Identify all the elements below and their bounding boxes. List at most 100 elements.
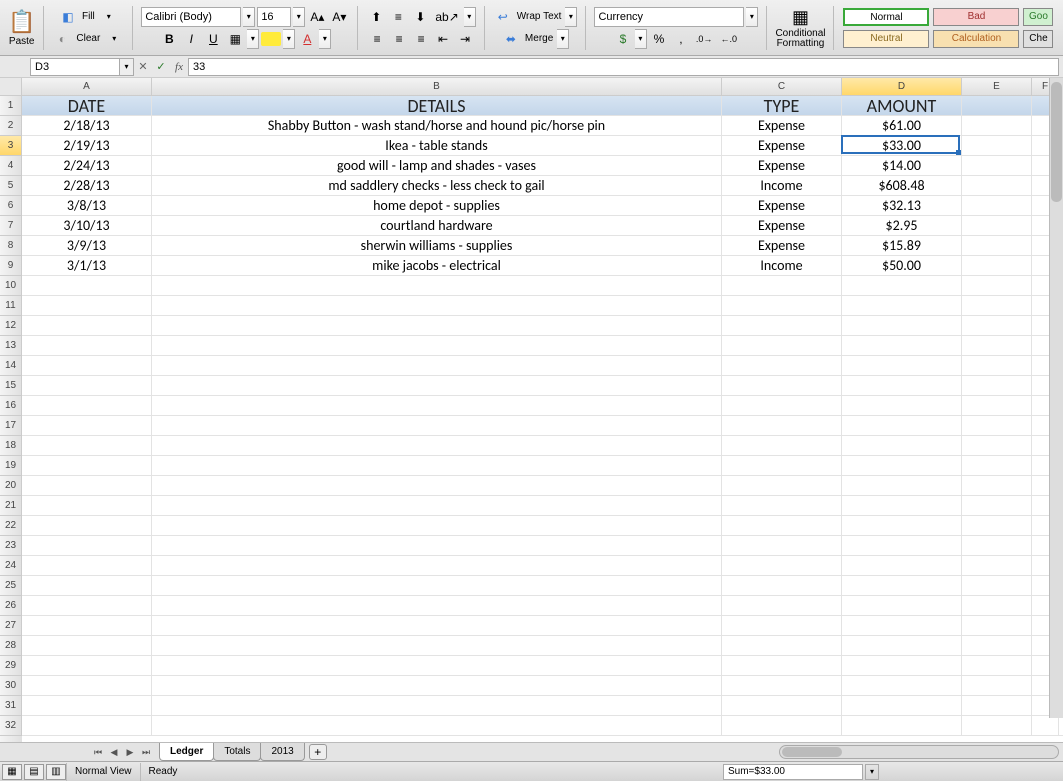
cell[interactable] bbox=[962, 716, 1032, 735]
align-bottom-button[interactable]: ⬇ bbox=[410, 7, 430, 27]
row-header-23[interactable]: 23 bbox=[0, 536, 22, 556]
cell[interactable] bbox=[152, 616, 722, 635]
row-header-26[interactable]: 26 bbox=[0, 596, 22, 616]
cell[interactable]: $608.48 bbox=[842, 176, 962, 195]
cell[interactable] bbox=[722, 396, 842, 415]
cell[interactable] bbox=[842, 316, 962, 335]
row-header-25[interactable]: 25 bbox=[0, 576, 22, 596]
cell[interactable] bbox=[962, 516, 1032, 535]
clear-dropdown[interactable]: ▾ bbox=[104, 29, 124, 49]
cell[interactable] bbox=[22, 616, 152, 635]
cell[interactable] bbox=[22, 396, 152, 415]
cell[interactable] bbox=[22, 316, 152, 335]
conditional-formatting-button[interactable]: ▦ Conditional Formatting bbox=[771, 4, 829, 52]
cell[interactable] bbox=[842, 656, 962, 675]
cell[interactable] bbox=[962, 256, 1032, 275]
row-header-7[interactable]: 7 bbox=[0, 216, 22, 236]
cell[interactable]: good will - lamp and shades - vases bbox=[152, 156, 722, 175]
cell[interactable] bbox=[152, 496, 722, 515]
name-box-dropdown[interactable]: ▾ bbox=[120, 58, 134, 76]
cell[interactable] bbox=[842, 576, 962, 595]
cell[interactable] bbox=[962, 456, 1032, 475]
scrollbar-thumb[interactable] bbox=[1051, 82, 1062, 202]
column-header-C[interactable]: C bbox=[722, 78, 842, 95]
cell[interactable] bbox=[722, 616, 842, 635]
row-header-2[interactable]: 2 bbox=[0, 116, 22, 136]
cell[interactable] bbox=[152, 696, 722, 715]
sum-dropdown[interactable]: ▾ bbox=[865, 764, 879, 780]
cell[interactable]: 3/9/13 bbox=[22, 236, 152, 255]
cell[interactable]: 2/28/13 bbox=[22, 176, 152, 195]
style-normal[interactable]: Normal bbox=[843, 8, 929, 26]
cell[interactable] bbox=[22, 416, 152, 435]
cell[interactable] bbox=[962, 136, 1032, 155]
cell[interactable] bbox=[842, 496, 962, 515]
normal-view-button[interactable]: ▦ bbox=[2, 764, 22, 780]
grow-font-button[interactable]: A▴ bbox=[307, 7, 327, 27]
cell[interactable] bbox=[962, 176, 1032, 195]
cell[interactable] bbox=[962, 696, 1032, 715]
font-color-dropdown[interactable]: ▾ bbox=[319, 29, 331, 49]
sheet-tab-totals[interactable]: Totals bbox=[213, 743, 261, 761]
style-check[interactable]: Che bbox=[1023, 30, 1053, 48]
style-neutral[interactable]: Neutral bbox=[843, 30, 929, 48]
cell[interactable] bbox=[722, 496, 842, 515]
cell[interactable] bbox=[22, 456, 152, 475]
cell[interactable]: 3/8/13 bbox=[22, 196, 152, 215]
cell[interactable] bbox=[22, 516, 152, 535]
cell[interactable] bbox=[842, 476, 962, 495]
row-header-24[interactable]: 24 bbox=[0, 556, 22, 576]
cell[interactable] bbox=[22, 336, 152, 355]
cell[interactable] bbox=[152, 636, 722, 655]
row-header-32[interactable]: 32 bbox=[0, 716, 22, 736]
cell[interactable] bbox=[842, 396, 962, 415]
column-header-B[interactable]: B bbox=[152, 78, 722, 95]
decrease-decimal-button[interactable]: ←.0 bbox=[717, 29, 740, 49]
cell[interactable] bbox=[962, 496, 1032, 515]
cell[interactable] bbox=[722, 676, 842, 695]
row-header-28[interactable]: 28 bbox=[0, 636, 22, 656]
font-name-input[interactable] bbox=[141, 7, 241, 27]
cell[interactable] bbox=[722, 476, 842, 495]
cell[interactable]: $14.00 bbox=[842, 156, 962, 175]
cell[interactable] bbox=[22, 556, 152, 575]
cell[interactable] bbox=[22, 476, 152, 495]
fill-color-dropdown[interactable]: ▾ bbox=[283, 29, 295, 49]
tab-nav-prev[interactable]: ◀ bbox=[106, 744, 122, 760]
cell[interactable] bbox=[842, 536, 962, 555]
cell[interactable] bbox=[842, 296, 962, 315]
cell[interactable] bbox=[962, 556, 1032, 575]
column-header-E[interactable]: E bbox=[962, 78, 1032, 95]
cell[interactable] bbox=[722, 356, 842, 375]
cell[interactable] bbox=[842, 376, 962, 395]
page-layout-view-button[interactable]: ▤ bbox=[24, 764, 44, 780]
cell[interactable] bbox=[842, 696, 962, 715]
cell[interactable]: Expense bbox=[722, 116, 842, 135]
cell[interactable] bbox=[152, 456, 722, 475]
number-format-input[interactable] bbox=[594, 7, 744, 27]
border-button[interactable]: ▦ bbox=[225, 29, 245, 49]
cell[interactable] bbox=[22, 656, 152, 675]
sheet-tab-2013[interactable]: 2013 bbox=[260, 743, 304, 761]
style-calculation[interactable]: Calculation bbox=[933, 30, 1019, 48]
fill-dropdown[interactable]: ▾ bbox=[99, 7, 119, 27]
cell[interactable] bbox=[962, 316, 1032, 335]
percent-button[interactable]: % bbox=[649, 29, 669, 49]
cell[interactable] bbox=[962, 96, 1032, 115]
cell[interactable] bbox=[842, 356, 962, 375]
row-header-12[interactable]: 12 bbox=[0, 316, 22, 336]
row-header-11[interactable]: 11 bbox=[0, 296, 22, 316]
merge-dropdown[interactable]: ▾ bbox=[557, 29, 569, 49]
wrap-text-button[interactable]: Wrap Text bbox=[515, 11, 564, 22]
cell[interactable] bbox=[962, 276, 1032, 295]
cell[interactable] bbox=[22, 296, 152, 315]
cell[interactable] bbox=[722, 376, 842, 395]
cell[interactable] bbox=[722, 696, 842, 715]
cell[interactable] bbox=[962, 416, 1032, 435]
underline-button[interactable]: U bbox=[203, 29, 223, 49]
orientation-button[interactable]: ab↗ bbox=[432, 7, 461, 27]
row-header-8[interactable]: 8 bbox=[0, 236, 22, 256]
cell[interactable] bbox=[842, 596, 962, 615]
style-bad[interactable]: Bad bbox=[933, 8, 1019, 26]
cell[interactable]: $32.13 bbox=[842, 196, 962, 215]
